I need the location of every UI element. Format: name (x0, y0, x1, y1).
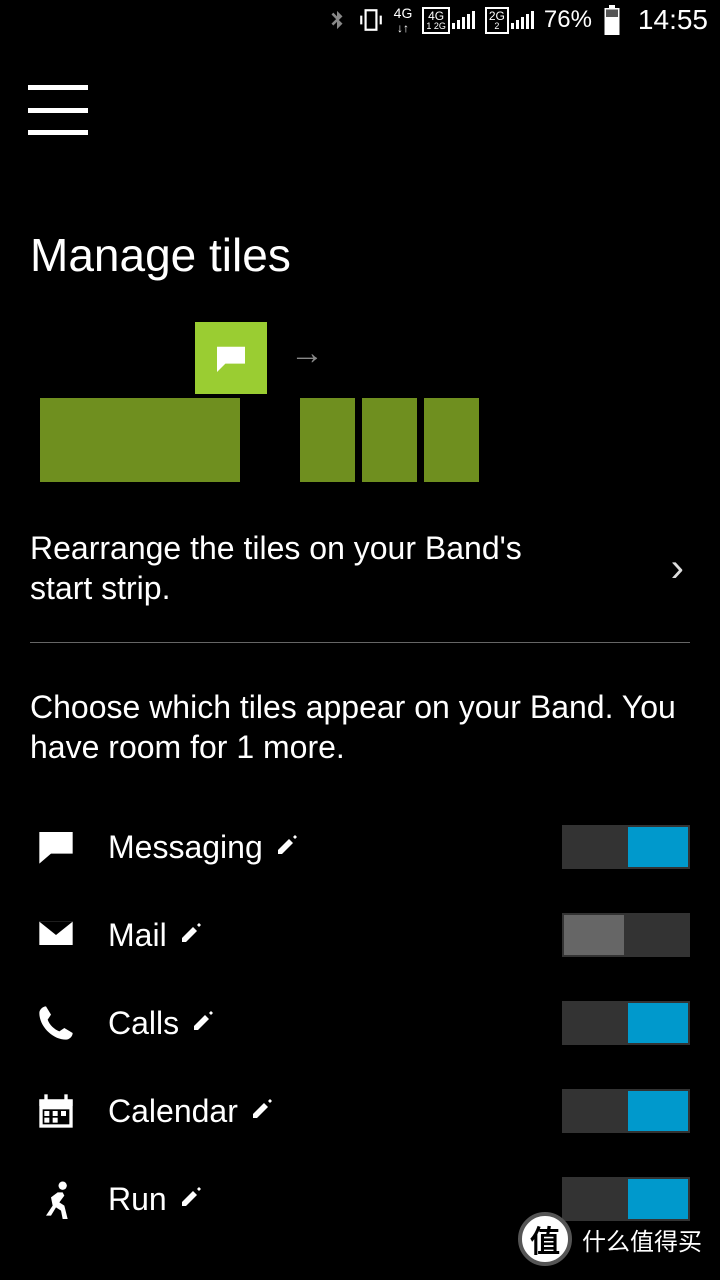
status-bar: 4G ↓↑ 4G1 2G 2G2 76% 14:55 (0, 0, 720, 40)
tile-row-calls: Calls (30, 1001, 690, 1045)
choose-tiles-description: Choose which tiles appear on your Band. … (30, 687, 690, 767)
preview-home-tile (40, 398, 240, 482)
toggle-messaging[interactable] (562, 825, 690, 869)
rearrange-tiles-item[interactable]: Rearrange the tiles on your Band's start… (30, 518, 690, 642)
toggle-mail[interactable] (562, 913, 690, 957)
battery-icon (602, 5, 622, 35)
edit-run-button[interactable] (179, 1185, 203, 1214)
tile-list: Messaging Mail Calls Calendar Run (30, 825, 690, 1221)
preview-slot-tile (424, 398, 479, 482)
tile-row-mail: Mail (30, 913, 690, 957)
network-4g-icon: 4G ↓↑ (394, 5, 413, 35)
run-icon (30, 1178, 82, 1220)
preview-slot-tile (300, 398, 355, 482)
page-title: Manage tiles (30, 228, 690, 282)
edit-calls-button[interactable] (191, 1009, 215, 1038)
network-label: 4G (394, 5, 413, 21)
data-arrows-icon: ↓↑ (397, 21, 409, 35)
hamburger-menu-button[interactable] (28, 85, 88, 135)
tile-row-calendar: Calendar (30, 1089, 690, 1133)
toggle-calendar[interactable] (562, 1089, 690, 1133)
rearrange-label: Rearrange the tiles on your Band's start… (30, 528, 590, 608)
chevron-right-icon: › (671, 546, 684, 591)
vibrate-icon (358, 7, 384, 33)
mail-icon (30, 914, 82, 956)
bluetooth-icon (326, 7, 348, 33)
preview-slot-tile (362, 398, 417, 482)
edit-calendar-button[interactable] (250, 1097, 274, 1126)
edit-messaging-button[interactable] (275, 833, 299, 862)
watermark: 值 什么值得买 (518, 1212, 702, 1266)
watermark-badge: 值 (518, 1212, 572, 1266)
tile-label: Run (108, 1181, 167, 1218)
chat-icon (214, 344, 248, 372)
tile-row-messaging: Messaging (30, 825, 690, 869)
tile-label: Calls (108, 1005, 179, 1042)
tile-label: Messaging (108, 829, 263, 866)
app-bar (0, 40, 720, 180)
tile-label: Mail (108, 917, 167, 954)
tile-preview-illustration: → (40, 322, 680, 482)
tile-label: Calendar (108, 1093, 238, 1130)
watermark-text: 什么值得买 (582, 1222, 702, 1257)
messaging-icon (30, 826, 82, 868)
toggle-calls[interactable] (562, 1001, 690, 1045)
arrow-right-icon: → (290, 334, 324, 373)
calendar-icon (30, 1090, 82, 1132)
status-clock: 14:55 (638, 4, 708, 36)
preview-drag-tile (195, 322, 267, 394)
content-area: Manage tiles → Rearrange the tiles on yo… (0, 228, 720, 1221)
battery-percentage: 76% (544, 6, 592, 34)
sim1-signal-icon: 4G1 2G (422, 7, 475, 34)
edit-mail-button[interactable] (179, 921, 203, 950)
calls-icon (30, 1002, 82, 1044)
sim2-signal-icon: 2G2 (485, 7, 534, 34)
divider (30, 642, 690, 643)
